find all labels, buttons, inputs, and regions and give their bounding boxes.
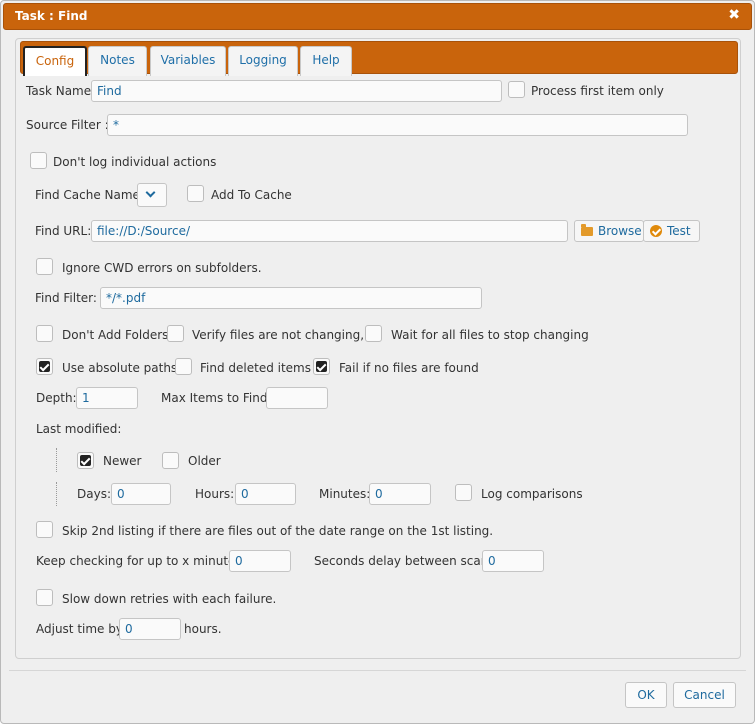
adjust-time-input[interactable]: 0 — [119, 618, 181, 640]
newer-checkbox[interactable] — [77, 452, 94, 469]
browse-button[interactable]: Browse — [574, 220, 644, 242]
minutes-label: Minutes: — [319, 487, 371, 501]
test-button[interactable]: Test — [643, 220, 700, 242]
ignore-cwd-checkbox[interactable] — [36, 258, 53, 275]
find-deleted-label: Find deleted items — [200, 361, 311, 375]
tab-logging[interactable]: Logging — [228, 46, 298, 76]
task-dialog: Task : Find ✖ Config Notes Variables Log… — [0, 0, 755, 724]
cancel-button[interactable]: Cancel — [673, 682, 736, 708]
hours-label: Hours: — [195, 487, 235, 501]
dialog-title: Task : Find — [15, 9, 88, 23]
footer-divider — [9, 670, 746, 671]
chevron-down-icon — [145, 187, 156, 198]
add-to-cache-label: Add To Cache — [211, 188, 292, 202]
find-filter-label: Find Filter: — [35, 291, 97, 305]
verify-files-label: Verify files are not changing, — [192, 328, 365, 342]
slow-down-label: Slow down retries with each failure. — [62, 592, 277, 606]
depth-input[interactable]: 1 — [76, 387, 138, 409]
close-icon[interactable]: ✖ — [728, 7, 740, 23]
tab-bar: Config Notes Variables Logging Help — [20, 41, 738, 76]
find-deleted-checkbox[interactable] — [175, 358, 192, 375]
find-cache-select[interactable] — [137, 183, 167, 207]
test-label: Test — [667, 224, 691, 238]
browse-label: Browse — [598, 224, 642, 238]
wait-for-files-checkbox[interactable] — [365, 325, 382, 342]
older-checkbox[interactable] — [162, 452, 179, 469]
tab-help[interactable]: Help — [300, 46, 352, 76]
days-label: Days: — [77, 487, 111, 501]
log-comparisons-label: Log comparisons — [481, 487, 583, 501]
task-name-input[interactable]: Find — [91, 80, 502, 102]
adjust-time-label: Adjust time by — [36, 622, 123, 636]
check-circle-icon — [650, 225, 662, 237]
tab-notes[interactable]: Notes — [88, 46, 147, 76]
find-cache-label: Find Cache Name: — [35, 188, 144, 202]
log-comparisons-checkbox[interactable] — [455, 484, 472, 501]
source-filter-input[interactable]: * — [107, 114, 688, 136]
fail-if-none-label: Fail if no files are found — [339, 361, 479, 375]
hours-input[interactable]: 0 — [235, 483, 296, 505]
fail-if-none-checkbox[interactable] — [313, 358, 330, 375]
add-to-cache-checkbox[interactable] — [187, 185, 204, 202]
ok-button[interactable]: OK — [625, 682, 667, 708]
wait-for-files-label: Wait for all files to stop changing — [391, 328, 589, 342]
title-bar[interactable]: Task : Find ✖ — [3, 3, 752, 30]
source-filter-label: Source Filter : — [26, 118, 109, 132]
process-first-label: Process first item only — [531, 84, 664, 98]
seconds-delay-input[interactable]: 0 — [482, 550, 544, 572]
dont-log-checkbox[interactable] — [30, 152, 47, 169]
find-url-input[interactable]: file://D:/Source/ — [91, 220, 568, 242]
keep-checking-input[interactable]: 0 — [229, 550, 291, 572]
slow-down-checkbox[interactable] — [36, 589, 53, 606]
tab-config[interactable]: Config — [23, 46, 87, 76]
depth-label: Depth: — [36, 391, 77, 405]
folder-open-icon — [581, 224, 593, 236]
absolute-paths-checkbox[interactable] — [36, 358, 53, 375]
tab-variables[interactable]: Variables — [150, 46, 226, 76]
keep-checking-label: Keep checking for up to x minutes: — [36, 554, 246, 568]
find-url-label: Find URL: — [35, 224, 92, 238]
minutes-input[interactable]: 0 — [369, 483, 431, 505]
verify-files-checkbox[interactable] — [167, 325, 184, 342]
group-divider — [56, 448, 57, 472]
max-items-input[interactable] — [266, 387, 328, 409]
process-first-checkbox[interactable] — [508, 81, 525, 98]
days-input[interactable]: 0 — [111, 483, 171, 505]
seconds-delay-label: Seconds delay between scans: — [314, 554, 499, 568]
find-filter-input[interactable]: */*.pdf — [100, 287, 482, 309]
absolute-paths-label: Use absolute paths — [62, 361, 178, 375]
dont-add-folders-checkbox[interactable] — [36, 325, 53, 342]
older-label: Older — [188, 454, 221, 468]
ignore-cwd-label: Ignore CWD errors on subfolders. — [62, 261, 262, 275]
dont-add-folders-label: Don't Add Folders — [62, 328, 169, 342]
group-divider — [56, 482, 57, 506]
dont-log-label: Don't log individual actions — [53, 155, 217, 169]
last-modified-label: Last modified: — [36, 422, 122, 436]
hours-suffix-label: hours. — [184, 622, 222, 636]
skip-2nd-label: Skip 2nd listing if there are files out … — [62, 524, 494, 538]
newer-label: Newer — [103, 454, 142, 468]
max-items-label: Max Items to Find: — [161, 391, 272, 405]
skip-2nd-checkbox[interactable] — [36, 521, 53, 538]
task-name-label: Task Name: — [26, 84, 96, 98]
